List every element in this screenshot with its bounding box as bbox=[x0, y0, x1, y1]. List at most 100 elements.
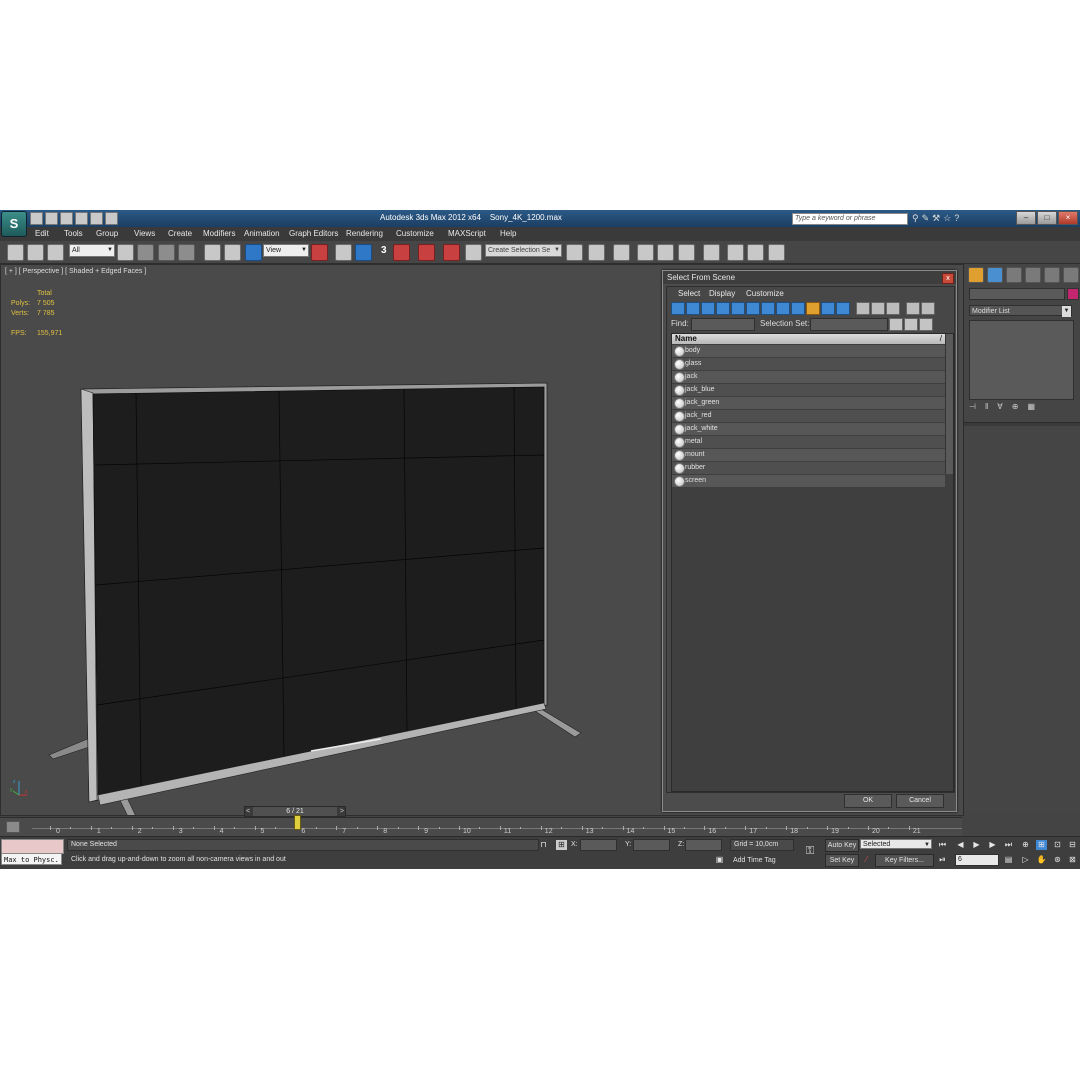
keyboard-shortcut-override-icon[interactable] bbox=[355, 244, 372, 261]
new-file-icon[interactable] bbox=[30, 212, 43, 225]
layer-manager-icon[interactable] bbox=[613, 244, 630, 261]
delete-set-icon[interactable] bbox=[919, 318, 933, 331]
key-mode-toggle-icon[interactable]: ⏯ bbox=[937, 855, 948, 865]
reference-coord-select[interactable]: View ▼ bbox=[263, 244, 309, 257]
menu-rendering[interactable]: Rendering bbox=[346, 229, 383, 238]
select-by-name-icon[interactable] bbox=[137, 244, 154, 261]
app-logo-icon[interactable]: S bbox=[1, 211, 27, 237]
curve-editor-icon[interactable] bbox=[657, 244, 674, 261]
display-lights-icon[interactable] bbox=[701, 302, 715, 315]
maximize-icon[interactable]: □ bbox=[1037, 211, 1057, 225]
orbit-icon[interactable]: ⊛ bbox=[1052, 855, 1063, 865]
schematic-view-icon[interactable] bbox=[678, 244, 695, 261]
favorite-star-icon[interactable]: ☆ bbox=[943, 213, 951, 223]
minimize-icon[interactable]: – bbox=[1016, 211, 1036, 225]
maxscript-listener-output[interactable] bbox=[1, 839, 64, 854]
list-item[interactable]: rubber bbox=[672, 462, 945, 474]
tools-icon[interactable]: ✎ bbox=[922, 213, 930, 223]
help-icon[interactable]: ? bbox=[954, 213, 959, 223]
select-and-move-icon[interactable] bbox=[204, 244, 221, 261]
mini-curve-editor-icon[interactable] bbox=[6, 821, 20, 833]
dialog-close-icon[interactable]: x bbox=[942, 273, 954, 284]
list-item[interactable]: jack bbox=[672, 371, 945, 383]
select-and-rotate-icon[interactable] bbox=[224, 244, 241, 261]
menu-edit[interactable]: Edit bbox=[35, 229, 49, 238]
window-crossing-icon[interactable] bbox=[178, 244, 195, 261]
filter-icon[interactable] bbox=[906, 302, 920, 315]
menu-maxscript[interactable]: MAXScript bbox=[448, 229, 486, 238]
find-input[interactable] bbox=[691, 318, 755, 331]
select-and-link-icon[interactable] bbox=[7, 244, 24, 261]
next-frame-icon[interactable]: ▶ bbox=[987, 840, 998, 850]
modifier-list-select[interactable]: Modifier List ▼ bbox=[969, 305, 1072, 317]
selection-filter-select[interactable]: All ▼ bbox=[69, 244, 115, 257]
list-item[interactable]: jack_blue bbox=[672, 384, 945, 396]
display-space-warps-icon[interactable] bbox=[746, 302, 760, 315]
select-all-icon[interactable] bbox=[856, 302, 870, 315]
object-color-swatch[interactable] bbox=[1067, 288, 1079, 300]
list-item[interactable]: body bbox=[672, 345, 945, 357]
save-file-icon[interactable] bbox=[60, 212, 73, 225]
utilities-tab-icon[interactable] bbox=[1063, 267, 1079, 283]
field-of-view-icon[interactable]: ▷ bbox=[1020, 855, 1031, 865]
list-item[interactable]: jack_green bbox=[672, 397, 945, 409]
key-filters-button[interactable]: Key Filters... bbox=[875, 854, 934, 867]
select-invert-icon[interactable] bbox=[886, 302, 900, 315]
auto-key-button[interactable]: Auto Key bbox=[825, 839, 859, 852]
y-coordinate-field[interactable] bbox=[633, 839, 670, 851]
pan-view-icon[interactable]: ✋ bbox=[1036, 855, 1047, 865]
select-and-scale-icon[interactable] bbox=[245, 244, 262, 261]
create-set-icon[interactable] bbox=[889, 318, 903, 331]
binoculars-icon[interactable]: ⚲ bbox=[912, 213, 919, 223]
zoom-extents-all-icon[interactable]: ⊟ bbox=[1067, 840, 1078, 850]
angle-snap-icon[interactable] bbox=[393, 244, 410, 261]
list-item[interactable]: glass bbox=[672, 358, 945, 370]
wrench-icon[interactable]: ⚒ bbox=[932, 213, 940, 223]
menu-views[interactable]: Views bbox=[134, 229, 155, 238]
list-item[interactable]: jack_white bbox=[672, 423, 945, 435]
close-icon[interactable]: × bbox=[1058, 211, 1078, 225]
maximize-viewport-icon[interactable]: ⊠ bbox=[1067, 855, 1078, 865]
list-item[interactable]: screen bbox=[672, 475, 945, 487]
select-and-manipulate-icon[interactable] bbox=[335, 244, 352, 261]
zoom-extents-icon[interactable]: ⊡ bbox=[1052, 840, 1063, 850]
remove-modifier-icon[interactable]: ⊕ bbox=[1012, 402, 1019, 411]
zoom-icon[interactable]: ⊕ bbox=[1020, 840, 1031, 850]
current-frame-field[interactable]: 6 bbox=[955, 854, 999, 866]
menu-create[interactable]: Create bbox=[168, 229, 192, 238]
next-frame-icon[interactable]: > bbox=[340, 807, 344, 816]
display-bones-icon[interactable] bbox=[791, 302, 805, 315]
named-selection-select[interactable]: Create Selection Se ▼ bbox=[485, 244, 562, 257]
open-file-icon[interactable] bbox=[45, 212, 58, 225]
maxscript-mini-listener[interactable]: Max to Physc. bbox=[1, 853, 62, 865]
track-bar[interactable]: 0 1 2 3 4 5 6 7 8 9 10 11 12 13 14 15 16 17 18 19 20 21 bbox=[0, 815, 962, 836]
play-icon[interactable]: ▶ bbox=[971, 840, 982, 850]
redo-icon[interactable] bbox=[90, 212, 103, 225]
display-cameras-icon[interactable] bbox=[716, 302, 730, 315]
menu-group[interactable]: Group bbox=[96, 229, 118, 238]
go-to-end-icon[interactable]: ⏭ bbox=[1003, 840, 1014, 850]
undo-icon[interactable] bbox=[75, 212, 88, 225]
default-in-out-tangent-icon[interactable]: ⁄ bbox=[861, 855, 872, 865]
display-helpers-icon[interactable] bbox=[731, 302, 745, 315]
time-tag-icon[interactable]: ▣ bbox=[714, 855, 725, 865]
display-hidden-icon[interactable] bbox=[836, 302, 850, 315]
bind-to-space-warp-icon[interactable] bbox=[47, 244, 64, 261]
unlink-selection-icon[interactable] bbox=[27, 244, 44, 261]
current-time-marker[interactable] bbox=[294, 815, 301, 830]
add-time-tag[interactable]: Add Time Tag bbox=[733, 857, 776, 864]
menu-customize[interactable]: Customize bbox=[396, 229, 434, 238]
create-tab-icon[interactable] bbox=[968, 267, 984, 283]
list-item[interactable]: jack_red bbox=[672, 410, 945, 422]
selection-set-select[interactable] bbox=[810, 318, 888, 331]
modify-tab-icon[interactable] bbox=[987, 267, 1003, 283]
list-item[interactable]: metal bbox=[672, 436, 945, 448]
material-editor-icon[interactable] bbox=[703, 244, 720, 261]
list-item[interactable]: mount bbox=[672, 449, 945, 461]
show-end-result-icon[interactable]: ‖ bbox=[985, 402, 988, 411]
dialog-title-bar[interactable]: Select From Scene bbox=[663, 271, 956, 284]
display-tab-icon[interactable] bbox=[1044, 267, 1060, 283]
previous-frame-icon[interactable]: ◀ bbox=[955, 840, 966, 850]
render-production-icon[interactable] bbox=[768, 244, 785, 261]
name-column-header[interactable]: Name / bbox=[672, 334, 945, 344]
